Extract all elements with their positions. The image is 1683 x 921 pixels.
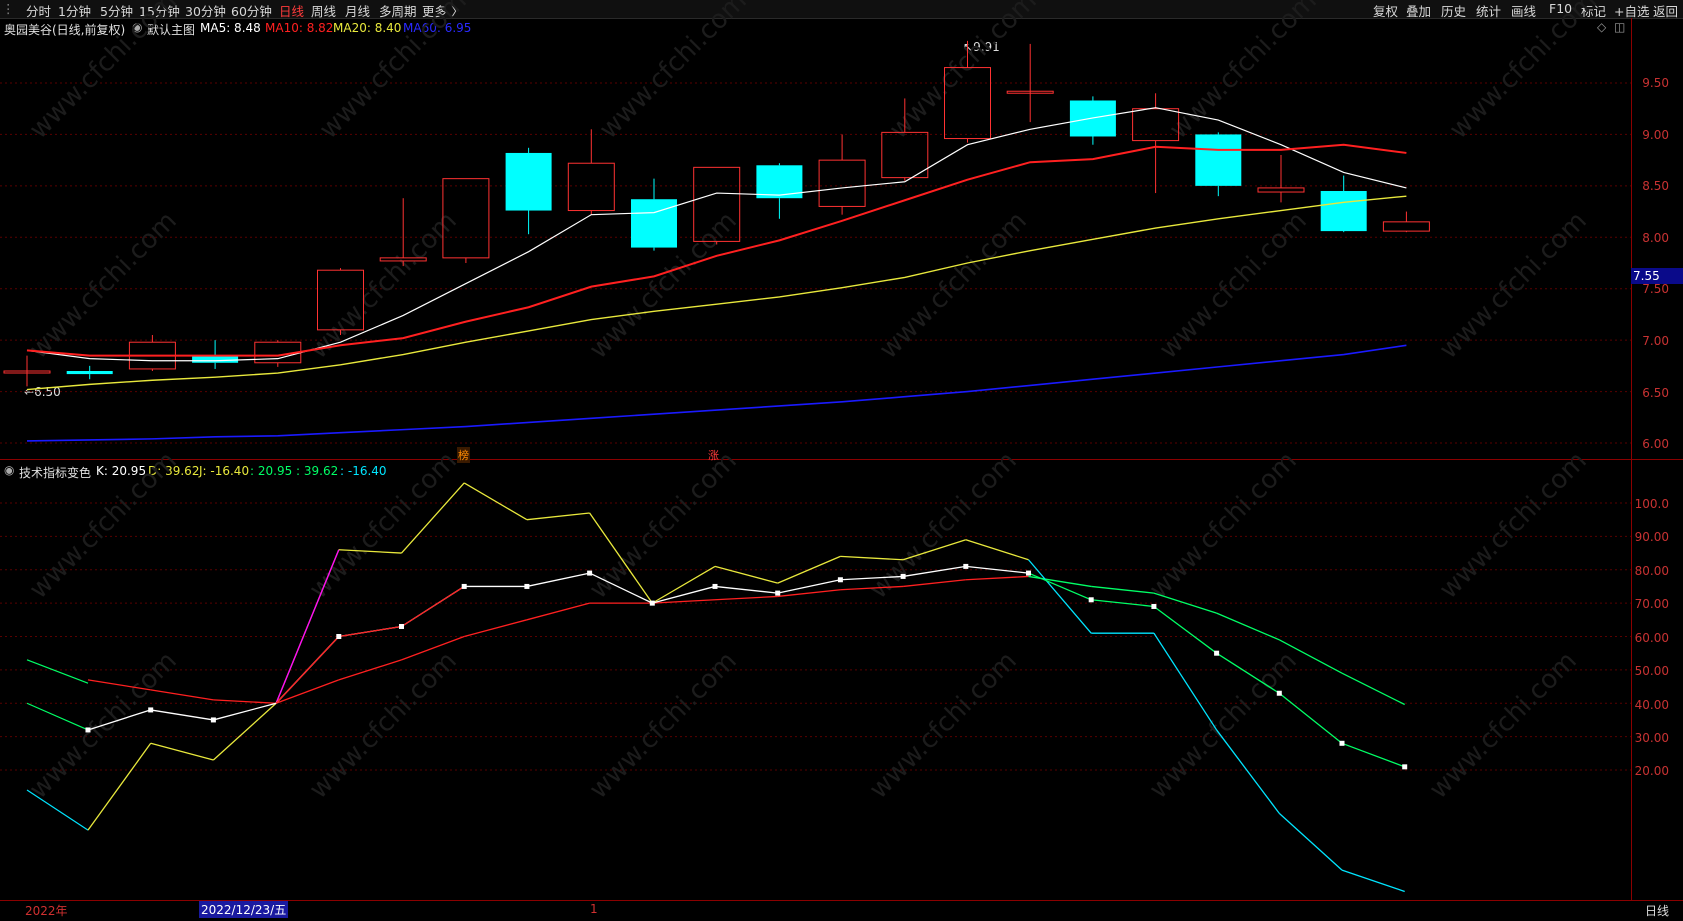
indicator-d-line xyxy=(965,575,1029,581)
watermark-text: www.cfchi.com xyxy=(864,446,1023,605)
watermark-text: www.cfchi.com xyxy=(584,646,743,805)
indicator-j-line xyxy=(1341,869,1405,893)
candle-body-down xyxy=(1320,191,1367,232)
watermark-text: www.cfchi.com xyxy=(24,0,183,145)
indicator-j-line xyxy=(651,565,716,604)
watermark-text: www.cfchi.com xyxy=(864,646,1023,805)
candle-body-up xyxy=(1382,221,1430,232)
indicator-k-line xyxy=(1341,742,1405,768)
indicator-lead-line xyxy=(26,789,89,831)
indicator-j-line xyxy=(714,565,778,584)
indicator-d-line xyxy=(526,602,590,621)
indicator-d-line xyxy=(1028,575,1092,588)
watermark-text: www.cfchi.com xyxy=(304,646,463,805)
indicator-j-line xyxy=(87,742,152,831)
indicator-k-point xyxy=(587,570,593,576)
candle-body-down xyxy=(1195,134,1242,186)
indicator-d-line xyxy=(714,595,778,601)
watermark-text: www.cfchi.com xyxy=(24,206,183,365)
indicator-k-point xyxy=(336,634,342,639)
indicator-k-rising-segment xyxy=(401,585,465,628)
indicator-k-point xyxy=(1026,570,1031,576)
watermark-text: www.cfchi.com xyxy=(1154,206,1313,365)
indicator-k-point xyxy=(712,583,718,589)
indicator-k-point xyxy=(649,600,655,606)
indicator-k-point xyxy=(461,583,467,589)
watermark-text: www.cfchi.com xyxy=(1424,646,1583,805)
indicator-j-line xyxy=(1216,729,1280,814)
indicator-k-point xyxy=(210,717,216,723)
indicator-k-point xyxy=(148,707,154,713)
indicator-j-line xyxy=(1278,812,1343,871)
indicator-k-line xyxy=(150,709,214,721)
indicator-k-line xyxy=(714,585,778,594)
watermark-text: www.cfchi.com xyxy=(1434,206,1593,365)
indicator-j-line xyxy=(526,512,590,521)
indicator-d-line xyxy=(1216,612,1280,641)
indicator-d-line xyxy=(338,659,402,681)
candle-body-down xyxy=(192,355,239,363)
candle-body-down xyxy=(505,152,552,211)
indicator-j-line xyxy=(965,539,1029,561)
watermark-text: www.cfchi.com xyxy=(1434,446,1593,605)
candle-body-up xyxy=(818,159,866,207)
indicator-d-line xyxy=(150,689,214,701)
watermark-text: www.cfchi.com xyxy=(1144,446,1303,605)
indicator-j-line xyxy=(150,742,214,761)
watermark-text: www.cfchi.com xyxy=(1444,0,1603,145)
watermark-text: www.cfchi.com xyxy=(1164,0,1323,145)
watermark-text: www.cfchi.com xyxy=(304,446,463,605)
indicator-k-point xyxy=(85,727,91,733)
indicator-d-line xyxy=(903,579,966,588)
indicator-k-point xyxy=(524,583,530,589)
indicator-k-line xyxy=(1153,605,1217,654)
indicator-j-jump-segment xyxy=(275,549,340,704)
indicator-k-line xyxy=(1278,692,1343,744)
watermark-text: www.cfchi.com xyxy=(1144,646,1303,805)
indicator-k-point xyxy=(1402,764,1408,770)
indicator-j-line xyxy=(1153,632,1218,731)
indicator-k-point xyxy=(775,590,781,596)
watermark-text: www.cfchi.com xyxy=(884,0,1043,145)
indicator-lead-line xyxy=(26,659,89,684)
indicator-k-point xyxy=(1214,650,1220,656)
indicator-d-line xyxy=(1341,672,1405,706)
indicator-j-line xyxy=(463,482,528,521)
indicator-d-line xyxy=(464,619,528,638)
indicator-k-point xyxy=(1276,690,1282,696)
indicator-k-point xyxy=(1151,603,1157,609)
candle-body-up xyxy=(1257,187,1305,193)
indicator-k-line xyxy=(526,572,590,588)
kline-chart[interactable]: www.cfchi.com www.cfchi.com www.cfchi.com w… xyxy=(0,0,1683,921)
indicator-d-line xyxy=(275,679,340,704)
candle-body-down xyxy=(631,199,677,248)
indicator-k-point xyxy=(963,563,969,569)
watermark-text: www.cfchi.com xyxy=(594,0,753,145)
indicator-d-line xyxy=(213,699,277,704)
indicator-k-point xyxy=(1339,740,1345,746)
indicator-k-rising-segment xyxy=(338,625,402,638)
watermark-text: www.cfchi.com xyxy=(874,206,1033,365)
indicator-d-line xyxy=(1091,585,1154,594)
indicator-k-point xyxy=(1088,597,1094,603)
candle-body-up xyxy=(567,162,615,212)
indicator-lead-line xyxy=(26,702,89,731)
indicator-k-point xyxy=(399,623,404,629)
watermark-text: www.cfchi.com xyxy=(24,446,183,605)
candle-body-down xyxy=(66,371,113,375)
indicator-k-point xyxy=(837,577,843,583)
watermark-text: www.cfchi.com xyxy=(314,0,473,145)
indicator-k-point xyxy=(900,573,906,579)
